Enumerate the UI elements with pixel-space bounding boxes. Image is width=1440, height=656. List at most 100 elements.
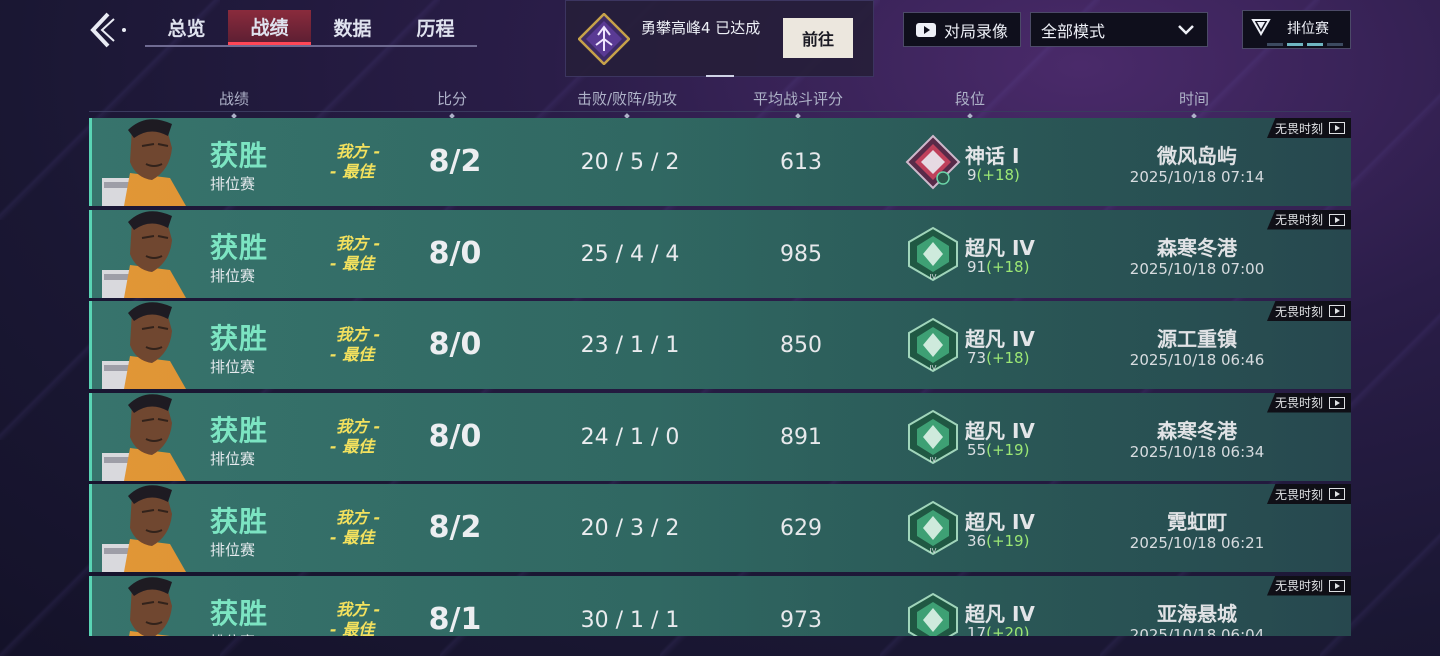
match-result: 获胜 — [210, 596, 269, 630]
team-mvp-badge: 我方 - - 最佳 — [330, 508, 398, 548]
agent-portrait — [102, 576, 192, 636]
achievement-text: 勇攀高峰4 已达成 — [641, 19, 761, 37]
rank-ascendant-icon: IV — [908, 592, 958, 636]
match-mode: 排位赛 — [210, 541, 256, 559]
agent-portrait — [102, 301, 192, 389]
match-row[interactable]: 获胜 排位赛 我方 - - 最佳 8/0 23 / 1 / 1 850 IV 超… — [89, 301, 1351, 389]
rank-rating: 36(+19) — [967, 532, 1029, 550]
replay-tag-icon — [1329, 579, 1345, 592]
highlight-tag[interactable]: 无畏时刻 — [1266, 575, 1351, 596]
tab-overview[interactable]: 总览 — [145, 10, 228, 45]
agent-portrait — [102, 118, 192, 206]
rank-icon — [905, 134, 961, 190]
rank-icon: IV — [905, 317, 961, 373]
tab-label: 总览 — [167, 18, 206, 40]
highlight-tag[interactable]: 无畏时刻 — [1266, 301, 1351, 321]
agent-portrait-icon — [102, 119, 186, 206]
match-acs-value: 850 — [780, 333, 822, 358]
replay-label: 对局录像 — [944, 21, 1009, 41]
mvp-line-1: 我方 - — [336, 416, 381, 436]
match-replay-button[interactable]: 对局录像 — [903, 12, 1021, 47]
mvp-line-2: - 最佳 — [330, 528, 375, 547]
match-acs-value: 613 — [780, 150, 822, 175]
rank-rating: 73(+18) — [967, 349, 1029, 367]
agent-portrait-icon — [102, 210, 186, 298]
highlight-tag-label: 无畏时刻 — [1274, 579, 1323, 593]
highlight-tag[interactable]: 无畏时刻 — [1266, 118, 1351, 138]
svg-text:IV: IV — [930, 547, 937, 555]
agent-portrait-icon — [102, 576, 172, 636]
svg-text:IV: IV — [930, 273, 937, 281]
column-header-kda: 击败/败阵/助攻 — [576, 90, 678, 108]
goto-button[interactable]: 前往 — [783, 18, 853, 58]
rank-rating: 55(+19) — [967, 441, 1029, 459]
rank-name: 超凡 IV — [965, 235, 1035, 260]
match-row[interactable]: 获胜 排位赛 我方 - - 最佳 8/2 20 / 3 / 2 629 IV 超… — [89, 484, 1351, 572]
tab-journey[interactable]: 历程 — [394, 10, 477, 45]
match-mode: 排位赛 — [210, 358, 256, 376]
mvp-line-2: - 最佳 — [330, 162, 375, 181]
top-bar: 总览 战绩 数据 历程 勇攀高峰4 已达成 前往 对局录像 全部模式 排位赛 — [0, 0, 1440, 80]
agent-portrait — [102, 484, 192, 572]
match-score-value: 8/0 — [428, 235, 482, 271]
match-mode: 排位赛 — [210, 266, 256, 285]
rank-rating-delta: (+18) — [986, 257, 1030, 276]
match-kda-value: 24 / 1 / 0 — [580, 424, 680, 450]
tab-match-history[interactable]: 战绩 — [228, 10, 311, 45]
match-row[interactable]: 获胜 排位赛 我方 - - 最佳 8/0 24 / 1 / 0 891 IV 超… — [89, 392, 1351, 481]
back-button[interactable] — [84, 10, 132, 50]
achievement-badge-icon — [578, 13, 630, 65]
match-score-value: 8/2 — [428, 144, 482, 179]
column-header-rank: 段位 — [954, 90, 986, 108]
highlight-tag-label: 无畏时刻 — [1274, 396, 1323, 410]
replay-tag-icon — [1329, 396, 1345, 409]
highlight-tag[interactable]: 无畏时刻 — [1266, 392, 1351, 413]
match-acs-value: 891 — [780, 424, 822, 450]
tab-stats[interactable]: 数据 — [311, 10, 394, 45]
team-mvp-badge: 我方 - - 最佳 — [330, 142, 398, 182]
mvp-line-1: 我方 - — [336, 325, 381, 344]
team-mvp-badge: 我方 - - 最佳 — [330, 233, 398, 274]
match-score-value: 8/0 — [428, 327, 482, 362]
rank-ascendant-icon: IV — [908, 409, 958, 464]
match-map-name: 霓虹町 — [1167, 510, 1227, 534]
ranked-icon — [1251, 19, 1271, 37]
match-row[interactable]: 获胜 排位赛 我方 - - 最佳 8/2 20 / 5 / 2 613 神话 I… — [89, 118, 1351, 206]
rank-rating-value: 73 — [967, 349, 987, 367]
match-acs-value: 985 — [780, 241, 822, 267]
svg-text:IV: IV — [930, 364, 937, 372]
rank-rating: 91(+18) — [967, 258, 1029, 276]
rank-rating-delta: (+20) — [986, 623, 1030, 637]
agent-portrait — [102, 210, 192, 298]
mode-filter-select[interactable]: 全部模式 — [1030, 12, 1208, 47]
achievement-banner: 勇攀高峰4 已达成 前往 — [565, 0, 874, 77]
column-header-time: 时间 — [1178, 90, 1210, 108]
agent-portrait-icon — [102, 302, 186, 389]
rank-rating-value: 91 — [967, 257, 987, 276]
rank-name: 神话 I — [965, 144, 1020, 168]
ranked-filter-button[interactable]: 排位赛 — [1242, 10, 1351, 49]
rank-name: 超凡 IV — [965, 510, 1035, 534]
column-header-acs: 平均战斗评分 — [752, 90, 844, 108]
match-result: 获胜 — [210, 230, 269, 264]
match-time-value: 2025/10/18 06:21 — [1129, 534, 1265, 552]
match-row[interactable]: 获胜 排位赛 我方 - - 最佳 8/1 30 / 1 / 1 973 IV 超… — [89, 575, 1351, 637]
rank-icon: IV — [905, 409, 961, 465]
match-score-value: 8/1 — [428, 601, 482, 637]
match-kda-value: 30 / 1 / 1 — [580, 607, 680, 633]
rank-name: 超凡 IV — [965, 418, 1035, 443]
mode-filter-value: 全部模式 — [1041, 21, 1106, 41]
match-kda-value: 20 / 5 / 2 — [580, 150, 680, 175]
match-row[interactable]: 获胜 排位赛 我方 - - 最佳 8/0 25 / 4 / 4 985 IV 超… — [89, 209, 1351, 298]
rank-rating-delta: (+18) — [976, 166, 1020, 184]
column-header-score: 比分 — [436, 90, 468, 108]
mvp-line-1: 我方 - — [336, 233, 381, 253]
agent-portrait — [102, 393, 192, 481]
match-time-value: 2025/10/18 06:34 — [1129, 442, 1265, 461]
match-map-name: 源工重镇 — [1157, 327, 1237, 351]
rank-rating: 17(+20) — [967, 624, 1029, 637]
svg-text:IV: IV — [930, 456, 937, 464]
team-mvp-badge: 我方 - - 最佳 — [330, 600, 398, 637]
highlight-tag[interactable]: 无畏时刻 — [1266, 484, 1351, 504]
highlight-tag[interactable]: 无畏时刻 — [1266, 209, 1351, 230]
